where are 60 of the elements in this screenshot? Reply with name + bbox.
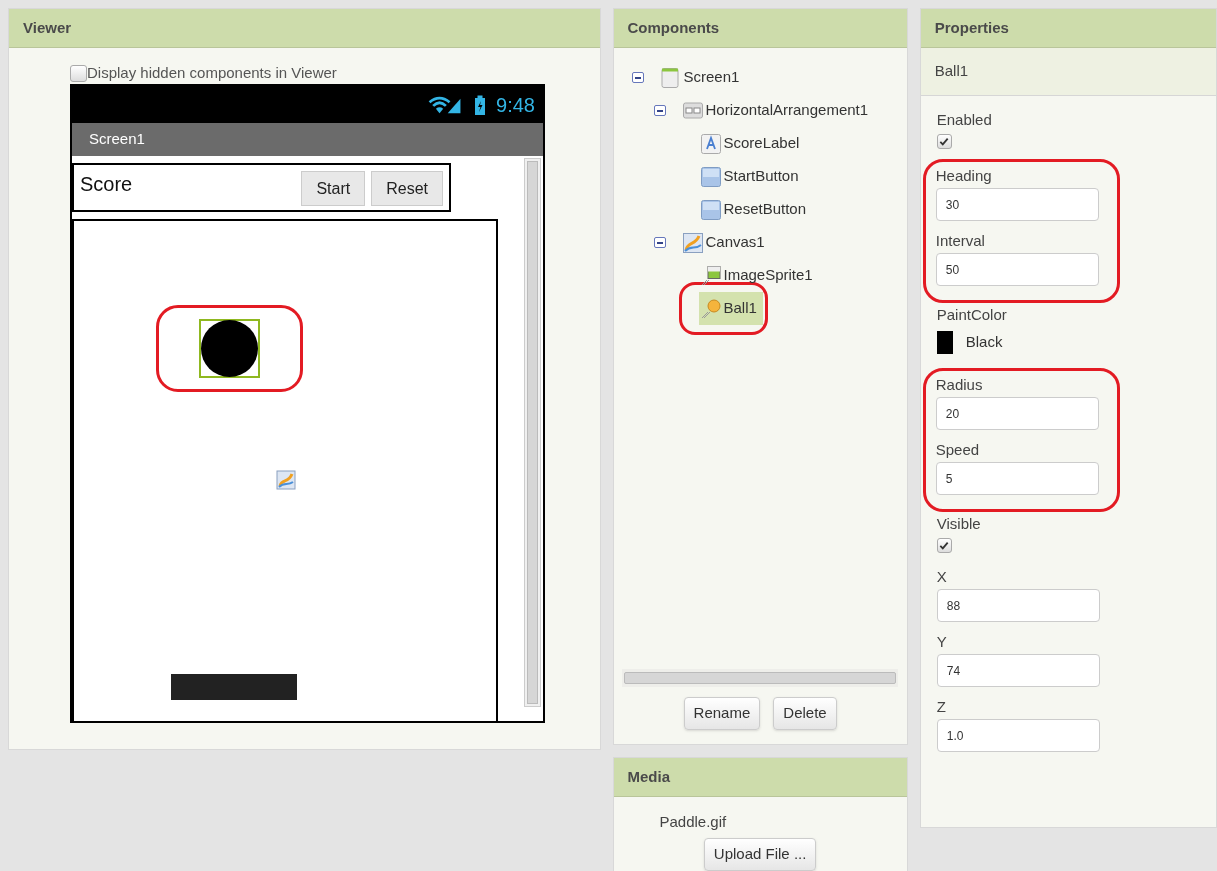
component-name: Ball1 <box>934 61 969 82</box>
panel-title: Components <box>627 17 720 38</box>
collapse-toggle[interactable] <box>653 237 666 248</box>
upload-button[interactable]: Upload File ... <box>703 838 817 871</box>
property-label: Heading <box>935 166 993 186</box>
input-field[interactable]: 30 <box>935 188 1099 221</box>
clock: 9:48 <box>496 92 535 118</box>
checkbox[interactable] <box>936 538 952 553</box>
checkbox-label: Display hidden components in Viewer <box>87 62 337 83</box>
input-field[interactable]: 20 <box>935 397 1099 430</box>
panel-title: Properties <box>934 17 1009 38</box>
label-icon <box>700 133 721 154</box>
color-name: Black <box>965 332 1003 353</box>
property-label: Visible <box>936 514 982 534</box>
phone-button[interactable]: Start <box>301 171 366 206</box>
property-label: Z <box>936 697 947 717</box>
tree-item[interactable]: StartButton <box>698 160 805 193</box>
image-sprite-icon <box>700 265 721 286</box>
tree-item[interactable]: Canvas1 <box>680 226 771 259</box>
property-label: X <box>936 567 948 587</box>
tree-item[interactable]: HorizontalArrangement1 <box>680 94 875 127</box>
property-label: Interval <box>935 231 986 251</box>
input-field[interactable]: 5 <box>935 462 1099 495</box>
battery-icon <box>474 94 487 115</box>
tree-item[interactable]: Ball1 <box>698 292 763 325</box>
input-field[interactable]: 1.0 <box>936 719 1100 752</box>
checkmark-icon <box>939 137 950 146</box>
tree-item[interactable]: ResetButton <box>698 193 813 226</box>
property-label: Radius <box>935 375 984 395</box>
screen-title: Screen1 <box>89 129 145 150</box>
score-label: Score <box>80 172 134 197</box>
property-label: Speed <box>935 440 981 460</box>
color-swatch[interactable] <box>936 331 953 354</box>
checkbox[interactable] <box>70 64 87 82</box>
checkmark-icon <box>939 541 950 550</box>
input-field[interactable]: 74 <box>936 654 1100 687</box>
media-file[interactable]: Paddle.gif <box>659 813 727 830</box>
canvas-icon <box>276 470 296 490</box>
collapse-toggle[interactable] <box>653 105 666 116</box>
property-label: Enabled <box>936 110 993 130</box>
tree-item[interactable]: Screen1 <box>658 61 746 94</box>
property-label: Y <box>936 632 948 652</box>
input-field[interactable]: 50 <box>935 253 1099 286</box>
panel-button[interactable]: Rename <box>683 697 761 730</box>
property-label: PaintColor <box>936 305 1008 325</box>
panel-title: Viewer <box>23 17 72 38</box>
tree-item[interactable]: ImageSprite1 <box>698 259 819 292</box>
arrangement-icon <box>682 100 703 121</box>
phone-button[interactable]: Reset <box>371 171 443 206</box>
input-field[interactable]: 88 <box>936 589 1100 622</box>
collapse-toggle[interactable] <box>631 72 644 83</box>
panel-button[interactable]: Delete <box>773 697 837 730</box>
button-icon <box>700 199 721 220</box>
button-icon <box>700 166 721 187</box>
ball-sprite-icon <box>700 298 721 319</box>
screen-icon <box>660 67 681 88</box>
panel-title: Media <box>627 766 670 787</box>
canvas-icon <box>682 232 703 253</box>
tree-item[interactable]: ScoreLabel <box>698 127 806 160</box>
checkbox[interactable] <box>936 134 952 149</box>
